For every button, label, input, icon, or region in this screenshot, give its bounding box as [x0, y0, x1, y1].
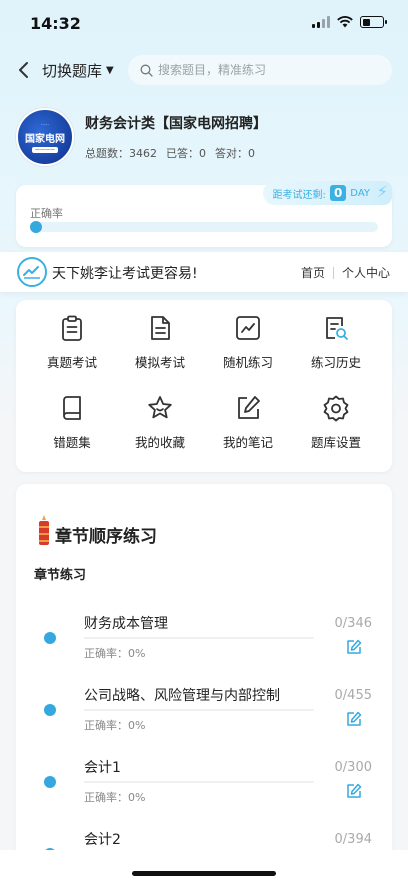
status-icons — [312, 16, 387, 28]
function-label: 随机练习 — [222, 355, 273, 370]
my-favorites-button[interactable]: 我的收藏 — [116, 392, 204, 472]
switch-bank-button[interactable]: 切换题库 ▼ — [42, 60, 114, 81]
chapter-name: 会计1 — [84, 760, 121, 776]
slogan-banner: 天下姚李让考试更容易! 首页 个人中心 — [0, 252, 408, 292]
lightning-icon: ⚡ — [376, 182, 388, 201]
chapter-progress-line — [84, 709, 314, 711]
top-nav: 切换题库 ▼ — [0, 55, 408, 85]
exam-countdown: 距考试还剩: 0 DAY ⚡ — [262, 181, 392, 205]
edit-icon[interactable] — [346, 711, 362, 727]
chapter-name: 财务成本管理 — [84, 616, 168, 632]
home-link[interactable]: 首页 — [301, 264, 325, 281]
edit-icon[interactable] — [346, 639, 362, 655]
function-label: 真题考试 — [46, 355, 97, 370]
chapter-row[interactable]: 财务成本管理 正确率：0% 0/346 — [16, 599, 392, 671]
settings-icon — [323, 395, 349, 422]
status-bar: 14:32 — [0, 0, 408, 48]
function-grid: 真题考试 模拟考试 随机练习 练习历史 错题集 我的收藏 我的笔记 题库设置 — [28, 312, 392, 472]
chapter-count: 0/300 — [334, 760, 372, 775]
chapter-count: 0/394 — [334, 832, 372, 847]
caret-down-icon: ▼ — [106, 65, 114, 76]
question-bank-info: ····· 国家电网 ———— 财务会计类【国家电网招聘】 总题数：3462 已… — [16, 108, 396, 168]
battery-icon — [360, 16, 387, 28]
divider — [332, 266, 334, 279]
my-notes-button[interactable]: 我的笔记 — [204, 392, 292, 472]
chapter-progress-line — [84, 637, 314, 639]
bank-stats: 总题数：3462 已答：0 答对：0 — [85, 145, 255, 161]
switch-bank-label: 切换题库 — [42, 62, 103, 80]
countdown-days: 0 — [329, 185, 347, 201]
bank-title: 财务会计类【国家电网招聘】 — [85, 116, 267, 132]
chapter-name: 公司战略、风险管理与内部控制 — [84, 688, 280, 704]
answered-count: 已答：0 — [166, 147, 206, 160]
search-input[interactable] — [158, 63, 358, 77]
chapter-accuracy: 正确率：0% — [84, 791, 146, 804]
banner-links: 首页 个人中心 — [301, 264, 390, 281]
signal-icon — [312, 16, 330, 28]
book-icon — [63, 396, 81, 420]
chapter-accuracy: 正确率：0% — [84, 719, 146, 732]
function-label: 练习历史 — [310, 355, 361, 370]
chapter-section-title: 章节顺序练习 — [55, 527, 157, 547]
chapter-dot — [44, 632, 56, 644]
accuracy-label: 正确率 — [30, 207, 63, 220]
clipboard-icon — [62, 315, 82, 341]
firecracker-icon — [39, 515, 49, 545]
profile-link[interactable]: 个人中心 — [342, 264, 390, 281]
edit-icon[interactable] — [346, 783, 362, 799]
chapter-count: 0/346 — [334, 616, 372, 631]
wrong-questions-button[interactable]: 错题集 — [28, 392, 116, 472]
chapter-section-subtitle: 章节练习 — [34, 564, 87, 585]
slogan-text: 天下姚李让考试更容易! — [52, 266, 198, 282]
practice-history-button[interactable]: 练习历史 — [292, 312, 380, 392]
search-icon — [140, 64, 153, 77]
chapter-row[interactable]: 公司战略、风险管理与内部控制 正确率：0% 0/455 — [16, 671, 392, 743]
home-indicator — [0, 850, 408, 883]
chapter-row[interactable]: 会计1 正确率：0% 0/300 — [16, 743, 392, 815]
chapter-accuracy: 正确率：0% — [84, 647, 146, 660]
chapter-dot — [44, 704, 56, 716]
accuracy-progress-bar — [30, 221, 378, 233]
total-questions: 总题数：3462 — [85, 147, 157, 160]
wifi-icon — [337, 16, 353, 28]
bank-logo: ····· 国家电网 ———— — [16, 108, 74, 166]
note-edit-icon — [238, 396, 260, 419]
bank-logo-text: 国家电网 — [25, 133, 65, 145]
document-icon — [151, 316, 170, 340]
star-icon — [148, 396, 172, 419]
accuracy-card: 距考试还剩: 0 DAY ⚡ 正确率 — [16, 181, 392, 247]
bank-settings-button[interactable]: 题库设置 — [292, 392, 380, 472]
home-indicator-bar[interactable] — [132, 871, 276, 876]
function-label: 模拟考试 — [134, 355, 185, 370]
chapter-progress-line — [84, 781, 314, 783]
random-practice-button[interactable]: 随机练习 — [204, 312, 292, 392]
chapter-count: 0/455 — [334, 688, 372, 703]
status-time: 14:32 — [30, 14, 81, 33]
back-icon[interactable] — [14, 58, 34, 82]
correct-count: 答对：0 — [215, 147, 255, 160]
real-exam-button[interactable]: 真题考试 — [28, 312, 116, 392]
function-label: 错题集 — [53, 435, 91, 450]
brand-logo-icon — [17, 257, 47, 287]
mock-exam-button[interactable]: 模拟考试 — [116, 312, 204, 392]
chapter-dot — [44, 776, 56, 788]
accuracy-progress-fill — [30, 221, 42, 233]
search-box[interactable] — [128, 55, 392, 85]
chapter-practice-card: 章节顺序练习 章节练习 财务成本管理 正确率：0% 0/346 公司战略、风险管… — [16, 484, 392, 883]
function-label: 题库设置 — [310, 435, 361, 450]
chart-line-icon — [236, 316, 260, 340]
history-search-icon — [326, 317, 348, 340]
chapter-name: 会计2 — [84, 832, 121, 848]
countdown-unit: DAY — [350, 187, 370, 199]
function-label: 我的笔记 — [222, 435, 273, 450]
countdown-prefix: 距考试还剩: — [272, 189, 326, 201]
function-grid-card: 真题考试 模拟考试 随机练习 练习历史 错题集 我的收藏 我的笔记 题库设置 — [16, 300, 392, 472]
function-label: 我的收藏 — [134, 435, 185, 450]
